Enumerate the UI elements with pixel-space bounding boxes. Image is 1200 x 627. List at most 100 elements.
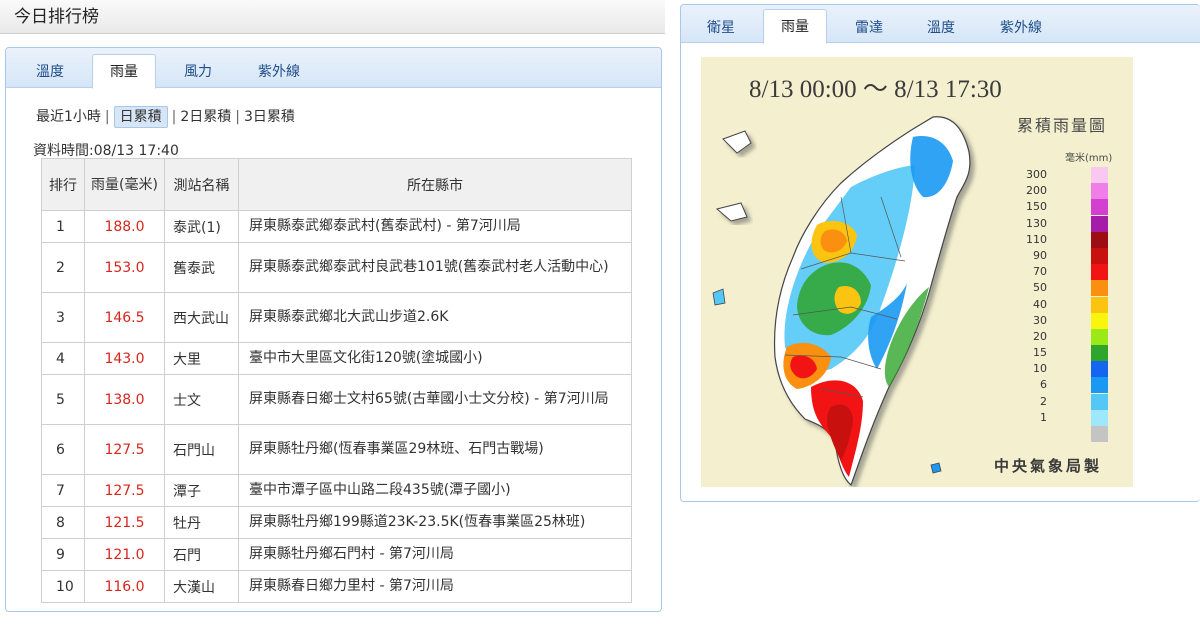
rain-period-nav: 最近1小時 | 日累積 | 2日累積 | 3日累積	[36, 106, 295, 128]
period-2day[interactable]: 2日累積	[180, 109, 231, 125]
legend-label: 130	[1026, 216, 1047, 230]
table-row: 5 138.0 士文 屏東縣春日鄉士文村65號(古華國小士文分校) - 第7河川局	[41, 374, 632, 425]
legend-swatch	[1091, 409, 1108, 426]
legend-label: 110	[1026, 232, 1047, 246]
location-cell: 屏東縣泰武鄉泰武村良武巷101號(舊泰武村老人活動中心)	[238, 242, 632, 293]
legend-swatch	[1091, 345, 1108, 362]
legend-swatch	[1091, 426, 1108, 442]
map-credit: 中央氣象局製	[994, 459, 1103, 475]
station-cell[interactable]: 大里	[164, 342, 239, 375]
tab-radar[interactable]: 雷達	[841, 13, 897, 44]
rank-cell: 1	[41, 210, 85, 243]
legend-label: 200	[1026, 184, 1047, 198]
header-location: 所在縣市	[238, 158, 632, 211]
station-cell[interactable]: 士文	[164, 374, 239, 425]
rainfall-cell: 188.0	[84, 210, 165, 243]
tab-satellite[interactable]: 衛星	[693, 13, 749, 44]
table-row: 9 121.0 石門 屏東縣牡丹鄉石門村 - 第7河川局	[41, 538, 632, 571]
legend-swatch	[1091, 312, 1108, 329]
header-rainfall: 雨量(毫米)	[84, 158, 165, 211]
location-cell: 屏東縣牡丹鄉199縣道23K-23.5K(恆春事業區25林班)	[238, 506, 632, 539]
legend-label: 6	[1040, 378, 1047, 392]
table-row: 1 188.0 泰武(1) 屏東縣泰武鄉泰武村(舊泰武村) - 第7河川局	[41, 210, 632, 243]
station-cell[interactable]: 西大武山	[164, 292, 239, 343]
legend-label: 30	[1033, 313, 1047, 327]
tab-temp-map[interactable]: 溫度	[913, 13, 969, 44]
rank-cell: 10	[41, 570, 85, 603]
tab-rainfall[interactable]: 雨量	[92, 54, 156, 89]
table-row: 4 143.0 大里 臺中市大里區文化街120號(塗城國小)	[41, 342, 632, 375]
rank-cell: 5	[41, 374, 85, 425]
legend-label: 150	[1026, 200, 1047, 214]
legend-label: 90	[1033, 248, 1047, 262]
legend-swatch	[1091, 215, 1108, 232]
legend-label: 40	[1033, 297, 1047, 311]
tab-uv[interactable]: 紫外線	[242, 57, 316, 88]
rainfall-cell: 121.0	[84, 538, 165, 571]
legend-label: 1	[1040, 410, 1047, 424]
table-row: 6 127.5 石門山 屏東縣牡丹鄉(恆春事業區29林班、石門古戰場)	[41, 424, 632, 475]
station-cell[interactable]: 潭子	[164, 474, 239, 507]
ranking-title: 今日排行榜	[0, 0, 665, 34]
station-cell[interactable]: 牡丹	[164, 506, 239, 539]
legend-swatch	[1091, 247, 1108, 264]
legend-label: 70	[1033, 265, 1047, 279]
ranking-panel: 溫度 雨量 風力 紫外線 最近1小時 | 日累積 | 2日累積 | 3日累積 資料時間:08…	[5, 47, 662, 612]
ranking-tabbar: 溫度 雨量 風力 紫外線	[6, 48, 661, 89]
station-cell[interactable]: 石門山	[164, 424, 239, 475]
legend-label: 2	[1040, 394, 1047, 408]
legend-label: 300	[1026, 168, 1047, 181]
map-legend-title: 累積雨量圖	[1017, 118, 1108, 135]
station-cell[interactable]: 石門	[164, 538, 239, 571]
legend-swatch	[1091, 183, 1108, 200]
legend-swatch	[1091, 167, 1108, 183]
location-cell: 屏東縣春日鄉士文村65號(古華國小士文分校) - 第7河川局	[238, 374, 632, 425]
station-cell[interactable]: 舊泰武	[164, 242, 239, 293]
legend-swatch	[1091, 328, 1108, 345]
legend-swatch	[1091, 280, 1108, 297]
location-cell: 屏東縣泰武鄉北大武山步道2.6K	[238, 292, 632, 343]
rank-cell: 8	[41, 506, 85, 539]
legend-label: 50	[1033, 281, 1047, 295]
table-row: 8 121.5 牡丹 屏東縣牡丹鄉199縣道23K-23.5K(恆春事業區25林班)	[41, 506, 632, 539]
legend-label: 20	[1033, 329, 1047, 343]
table-row: 7 127.5 潭子 臺中市潭子區中山路二段435號(潭子國小)	[41, 474, 632, 507]
rainfall-cell: 143.0	[84, 342, 165, 375]
location-cell: 臺中市潭子區中山路二段435號(潭子國小)	[238, 474, 632, 507]
tab-rain-map[interactable]: 雨量	[763, 9, 827, 44]
location-cell: 臺中市大里區文化街120號(塗城國小)	[238, 342, 632, 375]
map-period-title: 8/13 00:00 ～ 8/13 17:30	[749, 76, 1002, 103]
rainfall-map-image[interactable]: 8/13 00:00 ～ 8/13 17:30 累積雨量圖 毫米(mm) 300…	[701, 57, 1133, 487]
table-row: 10 116.0 大漢山 屏東縣春日鄉力里村 - 第7河川局	[41, 570, 632, 603]
period-daily[interactable]: 日累積	[113, 106, 168, 128]
legend-swatch	[1091, 199, 1108, 216]
separator: |	[104, 109, 110, 125]
period-3day[interactable]: 3日累積	[244, 109, 295, 125]
separator: |	[235, 109, 240, 125]
table-row: 2 153.0 舊泰武 屏東縣泰武鄉泰武村良武巷101號(舊泰武村老人活動中心)	[41, 242, 632, 293]
location-cell: 屏東縣牡丹鄉石門村 - 第7河川局	[238, 538, 632, 571]
legend-swatch	[1091, 361, 1108, 378]
location-cell: 屏東縣牡丹鄉(恆春事業區29林班、石門古戰場)	[238, 424, 632, 475]
rainfall-cell: 127.5	[84, 424, 165, 475]
rank-cell: 2	[41, 242, 85, 293]
map-legend-unit: 毫米(mm)	[1065, 153, 1113, 164]
map-tabbar: 衛星 雨量 雷達 溫度 紫外線	[681, 5, 1200, 44]
tab-temperature[interactable]: 溫度	[20, 57, 80, 88]
legend-swatch	[1091, 393, 1108, 410]
header-rank: 排行	[41, 158, 85, 211]
tab-wind[interactable]: 風力	[168, 57, 228, 88]
rank-cell: 6	[41, 424, 85, 475]
tab-uv-map[interactable]: 紫外線	[986, 13, 1056, 44]
rank-cell: 3	[41, 292, 85, 343]
rainfall-cell: 138.0	[84, 374, 165, 425]
legend-swatch	[1091, 377, 1108, 394]
legend-swatch	[1091, 231, 1108, 248]
legend-label: 10	[1033, 362, 1047, 376]
station-cell[interactable]: 泰武(1)	[164, 210, 239, 243]
location-cell: 屏東縣泰武鄉泰武村(舊泰武村) - 第7河川局	[238, 210, 632, 243]
rank-cell: 9	[41, 538, 85, 571]
station-cell[interactable]: 大漢山	[164, 570, 239, 603]
rainfall-cell: 116.0	[84, 570, 165, 603]
period-last-hour[interactable]: 最近1小時	[36, 109, 101, 125]
